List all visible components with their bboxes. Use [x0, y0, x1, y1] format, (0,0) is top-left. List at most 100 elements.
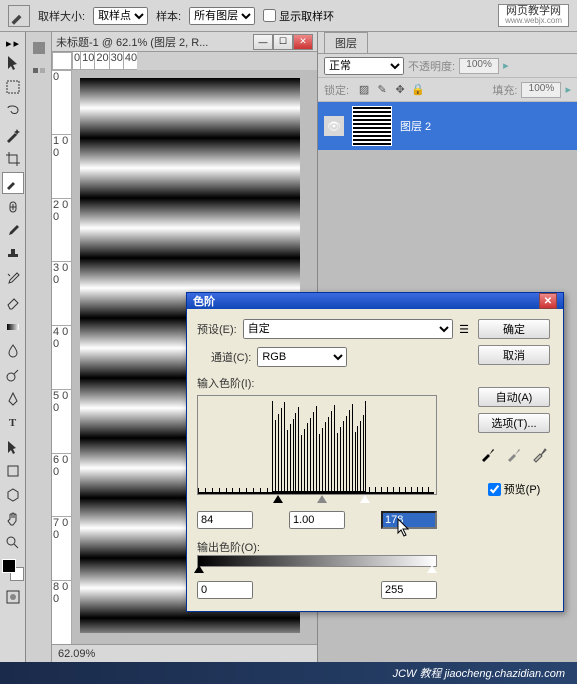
toolbox: ▸ ▸ T: [0, 32, 26, 662]
window-title: 未标题-1 @ 62.1% (图层 2, R...: [56, 34, 253, 50]
layers-tab[interactable]: 图层: [324, 32, 368, 53]
shape-tool-icon[interactable]: [2, 460, 24, 482]
lock-move-icon[interactable]: ✥: [393, 83, 407, 97]
sample-size-label: 取样大小:: [38, 8, 85, 24]
layer-item[interactable]: 👁 图层 2: [318, 102, 577, 150]
watermark: JCW 教程 jiaocheng.chazidian.com: [0, 662, 577, 684]
dodge-tool-icon[interactable]: [2, 364, 24, 386]
type-tool-icon[interactable]: T: [2, 412, 24, 434]
midtone-slider[interactable]: [317, 495, 327, 503]
gray-eyedropper-icon[interactable]: [504, 445, 524, 465]
layer-name[interactable]: 图层 2: [400, 118, 431, 134]
fill-value[interactable]: 100%: [521, 82, 561, 98]
preview-input[interactable]: [488, 483, 501, 496]
history-brush-tool-icon[interactable]: [2, 268, 24, 290]
healing-tool-icon[interactable]: [2, 196, 24, 218]
brand-box: 网页教学网 www.webjx.com: [498, 4, 569, 28]
blend-mode-select[interactable]: 正常: [324, 57, 404, 75]
input-levels-label: 输入色阶(I):: [197, 375, 469, 391]
move-tool-icon[interactable]: [2, 52, 24, 74]
channel-label: 通道(C):: [211, 349, 251, 365]
stamp-tool-icon[interactable]: [2, 244, 24, 266]
sample-label: 样本:: [156, 8, 181, 24]
options-button[interactable]: 选项(T)...: [478, 413, 550, 433]
ruler-corner: [52, 52, 72, 70]
input-gamma-field[interactable]: [289, 511, 345, 529]
output-white-field[interactable]: [381, 581, 437, 599]
eyedropper-tool-icon[interactable]: [8, 5, 30, 27]
output-gradient: [197, 555, 437, 567]
channel-select[interactable]: RGB: [257, 347, 347, 367]
sample-select[interactable]: 所有图层: [189, 7, 255, 25]
swatches-dock-icon[interactable]: [28, 63, 50, 85]
quickmask-icon[interactable]: [2, 586, 24, 608]
3d-tool-icon[interactable]: [2, 484, 24, 506]
show-ring-checkbox[interactable]: 显示取样环: [263, 8, 334, 24]
preset-menu-icon[interactable]: ☰: [459, 323, 469, 336]
brush-tool-icon[interactable]: [2, 220, 24, 242]
layer-thumbnail[interactable]: [352, 106, 392, 146]
input-white-field[interactable]: [381, 511, 437, 529]
dock-column: [26, 32, 52, 662]
eyedropper-tool-icon[interactable]: [2, 172, 24, 194]
ok-button[interactable]: 确定: [478, 319, 550, 339]
preview-checkbox[interactable]: 预览(P): [488, 481, 541, 497]
white-eyedropper-icon[interactable]: [530, 445, 550, 465]
output-black-field[interactable]: [197, 581, 253, 599]
minimize-button[interactable]: —: [253, 34, 273, 50]
status-bar: 62.09%: [52, 644, 317, 662]
maximize-button[interactable]: ☐: [273, 34, 293, 50]
blur-tool-icon[interactable]: [2, 340, 24, 362]
collapse-arrow-icon[interactable]: ▸: [14, 37, 20, 50]
dialog-titlebar[interactable]: 色阶 ✕: [187, 293, 563, 309]
color-swatches[interactable]: [2, 559, 24, 581]
wand-tool-icon[interactable]: [2, 124, 24, 146]
lock-all-icon[interactable]: 🔒: [411, 83, 425, 97]
opacity-arrow-icon[interactable]: ▸: [503, 59, 509, 72]
black-point-slider[interactable]: [273, 495, 283, 503]
preset-select[interactable]: 自定: [243, 319, 453, 339]
close-button[interactable]: ✕: [293, 34, 313, 50]
zoom-level[interactable]: 62.09%: [58, 648, 95, 660]
lock-brush-icon[interactable]: ✎: [375, 83, 389, 97]
lasso-tool-icon[interactable]: [2, 100, 24, 122]
opacity-value[interactable]: 100%: [459, 58, 499, 74]
out-black-slider[interactable]: [194, 565, 204, 573]
lock-label: 锁定:: [324, 82, 349, 98]
marquee-tool-icon[interactable]: [2, 76, 24, 98]
pen-tool-icon[interactable]: [2, 388, 24, 410]
dialog-close-button[interactable]: ✕: [539, 293, 557, 309]
options-bar: 取样大小: 取样点 样本: 所有图层 显示取样环 网页教学网 www.webjx…: [0, 0, 577, 32]
dialog-title: 色阶: [193, 293, 539, 309]
output-slider[interactable]: [197, 567, 437, 577]
preset-label: 预设(E):: [197, 321, 237, 337]
auto-button[interactable]: 自动(A): [478, 387, 550, 407]
fill-label: 填充:: [492, 82, 517, 98]
foreground-color[interactable]: [2, 559, 16, 573]
window-titlebar[interactable]: 未标题-1 @ 62.1% (图层 2, R... — ☐ ✕: [52, 32, 317, 52]
eraser-tool-icon[interactable]: [2, 292, 24, 314]
hand-tool-icon[interactable]: [2, 508, 24, 530]
visibility-eye-icon[interactable]: 👁: [324, 116, 344, 136]
gradient-tool-icon[interactable]: [2, 316, 24, 338]
levels-dialog: 色阶 ✕ 预设(E): 自定 ☰ 通道(C): RGB 输入色阶(I):: [186, 292, 564, 612]
sample-size-select[interactable]: 取样点: [93, 7, 148, 25]
vertical-ruler[interactable]: 0 1 0 0 2 0 0 3 0 0 4 0 0 5 0 0 6 0 0 7 …: [52, 70, 72, 644]
out-white-slider[interactable]: [427, 565, 437, 573]
path-select-tool-icon[interactable]: [2, 436, 24, 458]
zoom-tool-icon[interactable]: [2, 532, 24, 554]
cancel-button[interactable]: 取消: [478, 345, 550, 365]
opacity-label: 不透明度:: [408, 58, 455, 74]
black-eyedropper-icon[interactable]: [478, 445, 498, 465]
horizontal-ruler[interactable]: 0 10 20 30 40: [72, 52, 137, 70]
crop-tool-icon[interactable]: [2, 148, 24, 170]
white-point-slider[interactable]: [360, 495, 370, 503]
history-dock-icon[interactable]: [28, 37, 50, 59]
input-slider[interactable]: [197, 497, 437, 507]
input-black-field[interactable]: [197, 511, 253, 529]
collapse-arrow-icon[interactable]: ▸: [6, 37, 12, 50]
fill-arrow-icon[interactable]: ▸: [565, 83, 571, 96]
lock-transparency-icon[interactable]: ▨: [357, 83, 371, 97]
output-levels-label: 输出色阶(O):: [197, 539, 469, 555]
show-ring-input[interactable]: [263, 9, 276, 22]
